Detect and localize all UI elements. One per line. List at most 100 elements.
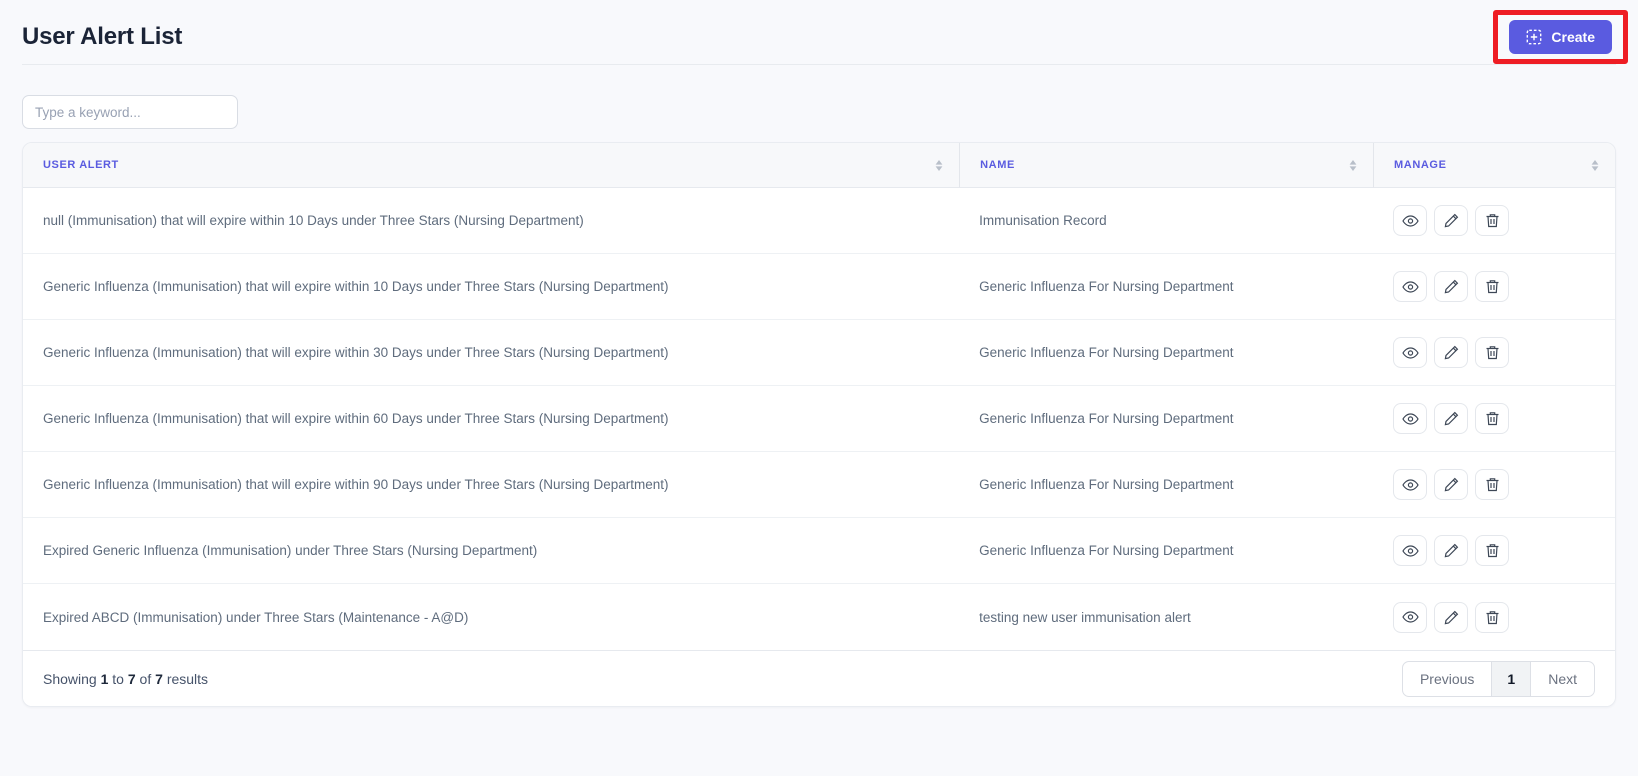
pagination-controls: Previous 1 Next xyxy=(1401,660,1595,697)
pencil-icon xyxy=(1444,477,1459,492)
user-alert-list-page: User Alert List Create Type a keyword...… xyxy=(0,0,1638,776)
table-header-row: USER ALERT NAME MANAGE xyxy=(23,143,1615,188)
pencil-icon xyxy=(1444,543,1459,558)
annotation-highlight-box: Create xyxy=(1493,10,1628,64)
eye-icon xyxy=(1401,346,1419,360)
trash-icon xyxy=(1485,610,1500,625)
user-alert-cell: Expired ABCD (Immunisation) under Three … xyxy=(23,584,960,650)
delete-button[interactable] xyxy=(1475,535,1510,566)
table-body: null (Immunisation) that will expire wit… xyxy=(23,188,1615,650)
table-row: null (Immunisation) that will expire wit… xyxy=(23,188,1615,254)
column-header-label: NAME xyxy=(980,159,1015,171)
trash-icon xyxy=(1485,279,1500,294)
summary-from: 1 xyxy=(100,670,109,687)
column-header-name[interactable]: NAME xyxy=(959,143,1374,188)
table-row: Generic Influenza (Immunisation) that wi… xyxy=(23,254,1615,320)
view-button[interactable] xyxy=(1393,403,1428,434)
plus-square-icon xyxy=(1526,29,1542,45)
trash-icon xyxy=(1485,213,1500,228)
delete-button[interactable] xyxy=(1475,271,1510,302)
edit-button[interactable] xyxy=(1434,601,1469,633)
summary-text: of xyxy=(139,670,152,687)
column-header-manage[interactable]: MANAGE xyxy=(1373,143,1615,188)
manage-cell xyxy=(1373,254,1615,320)
view-button[interactable] xyxy=(1393,337,1428,368)
edit-button[interactable] xyxy=(1434,337,1469,368)
user-alert-table-card: USER ALERT NAME MANAGE null (Immunisatio… xyxy=(22,142,1616,707)
user-alert-cell: Generic Influenza (Immunisation) that wi… xyxy=(23,320,960,386)
trash-icon xyxy=(1485,477,1500,492)
manage-cell xyxy=(1373,320,1615,386)
delete-button[interactable] xyxy=(1475,337,1510,368)
summary-total: 7 xyxy=(155,670,163,687)
eye-icon xyxy=(1401,478,1419,492)
delete-button[interactable] xyxy=(1475,469,1510,500)
edit-button[interactable] xyxy=(1434,403,1469,434)
table-row: Generic Influenza (Immunisation) that wi… xyxy=(23,452,1615,518)
trash-icon xyxy=(1485,543,1500,558)
delete-button[interactable] xyxy=(1475,205,1510,236)
search-input[interactable] xyxy=(22,95,238,129)
summary-text: Showing xyxy=(43,670,97,687)
edit-button[interactable] xyxy=(1434,271,1469,302)
edit-button[interactable] xyxy=(1434,469,1469,500)
table-row: Generic Influenza (Immunisation) that wi… xyxy=(23,320,1615,386)
pencil-icon xyxy=(1444,610,1459,625)
edit-button[interactable] xyxy=(1434,205,1469,236)
next-page-button[interactable]: Next xyxy=(1530,660,1595,697)
results-summary: Showing 1 to 7 of 7 results xyxy=(43,671,208,687)
page-title: User Alert List xyxy=(22,23,183,50)
top-bar: User Alert List Create xyxy=(0,0,1638,64)
view-button[interactable] xyxy=(1393,469,1428,500)
view-button[interactable] xyxy=(1393,535,1428,566)
user-alert-cell: null (Immunisation) that will expire wit… xyxy=(23,188,960,254)
view-button[interactable] xyxy=(1393,271,1428,302)
view-button[interactable] xyxy=(1393,601,1428,633)
name-cell: Immunisation Record xyxy=(959,188,1374,254)
name-cell: Generic Influenza For Nursing Department xyxy=(959,518,1374,584)
header-divider xyxy=(22,64,1616,65)
eye-icon xyxy=(1401,544,1419,558)
pencil-icon xyxy=(1444,345,1459,360)
user-alert-table: USER ALERT NAME MANAGE null (Immunisatio… xyxy=(23,143,1615,650)
pencil-icon xyxy=(1444,279,1459,294)
eye-icon xyxy=(1401,214,1419,228)
name-cell: Generic Influenza For Nursing Department xyxy=(959,386,1374,452)
trash-icon xyxy=(1485,345,1500,360)
sort-arrows-icon[interactable] xyxy=(935,159,943,171)
manage-cell xyxy=(1373,188,1615,254)
trash-icon xyxy=(1485,411,1500,426)
sort-arrows-icon[interactable] xyxy=(1591,159,1599,171)
delete-button[interactable] xyxy=(1475,403,1510,434)
pencil-icon xyxy=(1444,411,1459,426)
manage-cell xyxy=(1373,452,1615,518)
pencil-icon xyxy=(1444,213,1459,228)
summary-to: 7 xyxy=(127,670,136,687)
column-header-user-alert[interactable]: USER ALERT xyxy=(23,143,960,188)
user-alert-cell: Expired Generic Influenza (Immunisation)… xyxy=(23,518,960,584)
delete-button[interactable] xyxy=(1475,601,1510,633)
eye-icon xyxy=(1401,610,1419,624)
column-header-label: MANAGE xyxy=(1394,159,1447,171)
table-row: Generic Influenza (Immunisation) that wi… xyxy=(23,386,1615,452)
user-alert-cell: Generic Influenza (Immunisation) that wi… xyxy=(23,452,960,518)
summary-text: to xyxy=(112,670,124,687)
edit-button[interactable] xyxy=(1434,535,1469,566)
eye-icon xyxy=(1401,280,1419,294)
user-alert-cell: Generic Influenza (Immunisation) that wi… xyxy=(23,254,960,320)
manage-cell xyxy=(1373,386,1615,452)
page-number-button[interactable]: 1 xyxy=(1491,660,1532,697)
user-alert-cell: Generic Influenza (Immunisation) that wi… xyxy=(23,386,960,452)
view-button[interactable] xyxy=(1393,205,1428,236)
create-button[interactable]: Create xyxy=(1509,20,1612,54)
manage-cell xyxy=(1373,518,1615,584)
sort-arrows-icon[interactable] xyxy=(1349,159,1357,171)
column-header-label: USER ALERT xyxy=(43,159,119,171)
eye-icon xyxy=(1401,412,1419,426)
summary-text: results xyxy=(166,670,209,687)
table-footer: Showing 1 to 7 of 7 results Previous 1 N… xyxy=(23,650,1615,706)
table-row: Expired Generic Influenza (Immunisation)… xyxy=(23,518,1615,584)
create-button-label: Create xyxy=(1551,29,1595,45)
name-cell: Generic Influenza For Nursing Department xyxy=(959,452,1374,518)
previous-page-button[interactable]: Previous xyxy=(1401,660,1493,697)
